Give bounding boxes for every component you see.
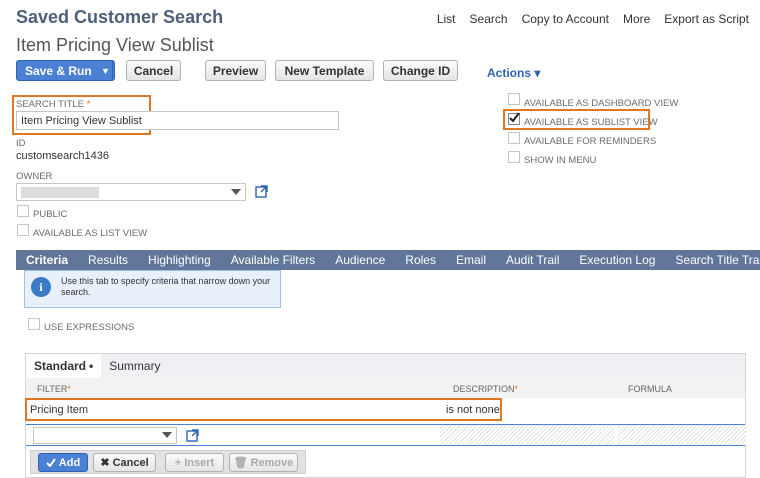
link-list[interactable]: List bbox=[437, 12, 456, 26]
actions-label: Actions bbox=[487, 66, 532, 80]
owner-select[interactable] bbox=[16, 183, 246, 201]
use-expressions-checkbox[interactable] bbox=[28, 318, 40, 330]
tab-results[interactable]: Results bbox=[78, 253, 138, 267]
reminders-checkbox[interactable] bbox=[508, 132, 520, 144]
tab-audit-trail[interactable]: Audit Trail bbox=[496, 253, 569, 267]
subtab-summary[interactable]: Summary bbox=[101, 354, 168, 378]
sublist-cancel-button[interactable]: ✖ Cancel bbox=[93, 453, 156, 472]
preview-button[interactable]: Preview bbox=[205, 60, 266, 81]
show-in-menu-label: SHOW IN MENU bbox=[524, 155, 597, 166]
owner-label: OWNER bbox=[16, 171, 53, 182]
new-template-button[interactable]: New Template bbox=[275, 60, 374, 81]
col-formula: FORMULA bbox=[628, 384, 673, 394]
tab-criteria[interactable]: Criteria bbox=[16, 253, 79, 267]
plus-icon: + bbox=[174, 456, 182, 469]
subtab-standard-label: Standard bbox=[34, 359, 87, 373]
list-view-checkbox[interactable] bbox=[17, 224, 29, 236]
description-disabled bbox=[440, 425, 615, 445]
insert-button[interactable]: + Insert bbox=[165, 453, 224, 472]
id-label: ID bbox=[16, 138, 26, 149]
check-icon bbox=[46, 458, 56, 467]
cancel-button[interactable]: Cancel bbox=[126, 60, 181, 81]
split-divider bbox=[112, 61, 113, 80]
tab-roles[interactable]: Roles bbox=[395, 253, 446, 267]
info-box: i Use this tab to specify criteria that … bbox=[24, 270, 281, 308]
tab-email[interactable]: Email bbox=[446, 253, 496, 267]
row-highlight bbox=[25, 398, 502, 421]
tab-search-title-translation[interactable]: Search Title Translation bbox=[665, 253, 760, 267]
dashboard-view-checkbox[interactable] bbox=[508, 93, 520, 105]
trash-icon: 🗑 bbox=[233, 457, 248, 469]
main-tabbar: Criteria Results Highlighting Available … bbox=[16, 250, 760, 270]
open-link-icon[interactable] bbox=[255, 185, 268, 198]
checkmark-icon bbox=[509, 112, 520, 123]
caret-down-icon: ▾ bbox=[534, 66, 541, 80]
col-description-label: DESCRIPTION bbox=[453, 384, 515, 394]
search-title-label-text: SEARCH TITLE bbox=[16, 99, 84, 110]
show-in-menu-checkbox[interactable] bbox=[508, 151, 520, 163]
dashboard-view-label: AVAILABLE AS DASHBOARD VIEW bbox=[524, 98, 679, 109]
id-value: customsearch1436 bbox=[16, 150, 109, 162]
link-search[interactable]: Search bbox=[470, 12, 508, 26]
list-view-label: AVAILABLE AS LIST VIEW bbox=[33, 228, 148, 239]
info-text: Use this tab to specify criteria that na… bbox=[61, 276, 271, 297]
remove-label: Remove bbox=[250, 456, 294, 469]
tab-audience[interactable]: Audience bbox=[325, 253, 395, 267]
col-filter-required: * bbox=[67, 384, 71, 394]
public-checkbox[interactable] bbox=[17, 205, 29, 217]
add-button[interactable]: Add bbox=[38, 453, 88, 472]
save-run-button[interactable]: Save & Run ▼ bbox=[16, 60, 115, 81]
sublist-view-label: AVAILABLE AS SUBLIST VIEW bbox=[524, 117, 658, 128]
open-link-icon[interactable] bbox=[186, 429, 199, 442]
formula-disabled bbox=[617, 425, 746, 445]
col-filter-label: FILTER bbox=[37, 384, 68, 394]
save-run-label: Save & Run bbox=[25, 63, 92, 78]
close-icon: ✖ bbox=[100, 457, 110, 469]
top-links: List Search Copy to Account More Export … bbox=[423, 12, 749, 26]
filter-select[interactable] bbox=[33, 427, 177, 444]
col-filter: FILTER* bbox=[37, 384, 71, 394]
sublist-button-bar: Add ✖ Cancel + Insert 🗑 Remove bbox=[30, 450, 306, 474]
sublist-tabs: Standard • Summary bbox=[26, 354, 745, 378]
actions-menu[interactable]: Actions ▾ bbox=[487, 66, 540, 80]
link-export-as-script[interactable]: Export as Script bbox=[664, 12, 749, 26]
col-description-required: * bbox=[514, 384, 519, 394]
use-expressions-label: USE EXPRESSIONS bbox=[44, 322, 135, 333]
reminders-label: AVAILABLE FOR REMINDERS bbox=[524, 136, 657, 147]
owner-redacted bbox=[21, 187, 99, 198]
page-heading: Saved Customer Search bbox=[16, 7, 224, 27]
chevron-down-icon bbox=[231, 189, 241, 195]
info-icon: i bbox=[31, 277, 51, 297]
edit-row bbox=[26, 424, 746, 446]
public-label: PUBLIC bbox=[33, 209, 68, 220]
subtab-standard[interactable]: Standard • bbox=[26, 354, 102, 378]
active-dot: • bbox=[89, 359, 94, 373]
tab-highlighting[interactable]: Highlighting bbox=[138, 253, 221, 267]
tab-available-filters[interactable]: Available Filters bbox=[221, 253, 325, 267]
add-label: Add bbox=[58, 456, 81, 469]
change-id-button[interactable]: Change ID bbox=[383, 60, 458, 81]
sublist-view-checkbox[interactable] bbox=[508, 112, 520, 125]
required-mark: * bbox=[86, 99, 91, 110]
insert-label: Insert bbox=[184, 456, 215, 469]
sublist-cancel-label: Cancel bbox=[112, 456, 149, 469]
tab-execution-log[interactable]: Execution Log bbox=[569, 253, 665, 267]
search-title-input[interactable]: Item Pricing View Sublist bbox=[16, 111, 339, 130]
column-header-row: FILTER* DESCRIPTION* FORMULA bbox=[26, 378, 745, 398]
col-description: DESCRIPTION* bbox=[453, 384, 518, 394]
link-copy-to-account[interactable]: Copy to Account bbox=[522, 12, 609, 26]
chevron-down-icon bbox=[162, 432, 172, 438]
remove-button[interactable]: 🗑 Remove bbox=[229, 453, 298, 472]
search-title-label: SEARCH TITLE * bbox=[16, 99, 90, 110]
link-more[interactable]: More bbox=[623, 12, 650, 26]
page-subtitle: Item Pricing View Sublist bbox=[16, 35, 214, 55]
save-run-dropdown-icon[interactable]: ▼ bbox=[101, 66, 110, 76]
